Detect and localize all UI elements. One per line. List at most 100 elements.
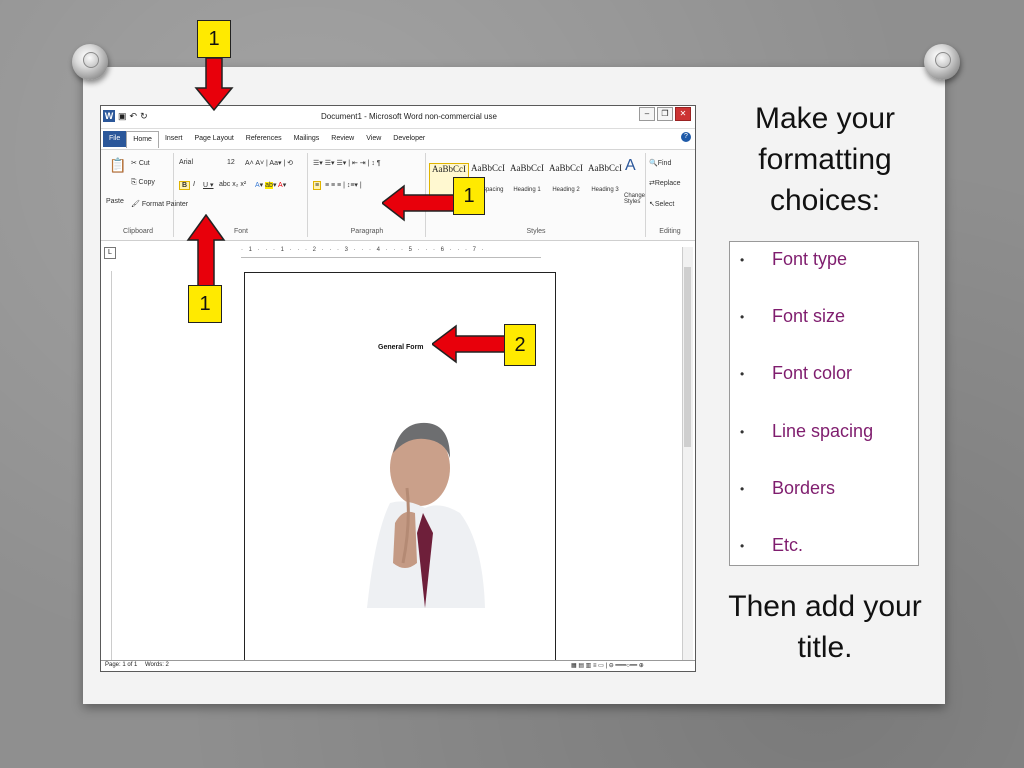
restore-button[interactable]: ❐ [657, 107, 673, 121]
step-badge: 1 [188, 285, 222, 323]
alignment-buttons[interactable]: ≡ ≡ ≡ | ↕≡▾ | [325, 181, 362, 189]
page-count[interactable]: Page: 1 of 1 [105, 662, 137, 668]
scissors-icon: ✂ [131, 160, 139, 167]
view-buttons[interactable]: ▦ ▤ ▥ ≡ ▭ | ⊖ ━━━○━━ ⊕ [571, 662, 644, 669]
redo-icon[interactable]: ↻ [140, 111, 148, 122]
change-styles-button[interactable]: Change Styles [624, 193, 646, 205]
scrollbar-thumb[interactable] [684, 267, 691, 447]
slide-heading: Make your formatting choices: [754, 102, 896, 217]
status-bar: Page: 1 of 1 Words: 2 ▦ ▤ ▥ ≡ ▭ | ⊖ ━━━○… [101, 660, 695, 671]
tab-view[interactable]: View [360, 131, 387, 147]
align-left-button[interactable]: ≡ [313, 181, 322, 190]
select-button[interactable]: ↖Select [649, 200, 674, 208]
grow-shrink-font-icons[interactable]: A˄ A˅ | Aa▾ | ⟲ [245, 159, 293, 167]
tab-selector-button[interactable]: L [104, 247, 116, 259]
tab-developer[interactable]: Developer [387, 131, 431, 147]
list-item-text: Borders [772, 478, 836, 498]
save-icon[interactable]: ▣ [118, 111, 127, 122]
close-button[interactable]: ✕ [675, 107, 691, 121]
bullet: • [740, 482, 745, 496]
cut-button[interactable]: ✂ Cut [131, 159, 150, 167]
window-controls: – ❐ ✕ [639, 107, 691, 121]
copy-label: Copy [138, 179, 155, 186]
tab-page-layout[interactable]: Page Layout [188, 131, 239, 147]
list-item: • Borders [730, 478, 918, 508]
copy-icon: ⎘ [131, 179, 139, 186]
arrow-down-icon [194, 58, 234, 112]
list-item: • Font size [730, 306, 918, 336]
vertical-scrollbar[interactable] [682, 247, 693, 667]
list-item: • Font color [730, 363, 918, 393]
step-badge: 1 [453, 177, 485, 215]
italic-button[interactable]: I [193, 181, 195, 188]
bullet: • [740, 425, 745, 439]
bullet: • [740, 253, 745, 267]
select-label: Select [654, 201, 675, 208]
editing-group-label: Editing [659, 228, 681, 235]
arrow-left-icon [432, 324, 508, 364]
text-effects-highlight-color[interactable]: A▾ ab▾ A▾ [255, 181, 286, 189]
horizontal-ruler[interactable]: · 1 · · · 1 · · · 2 · · · 3 · · · 4 · · … [241, 247, 541, 258]
minimize-button[interactable]: – [639, 107, 655, 121]
list-buttons[interactable]: ☰▾ ☰▾ ☰▾ | ⇤ ⇥ | ↕ ¶ [313, 159, 381, 167]
arrow-left-icon [382, 184, 454, 222]
tab-insert[interactable]: Insert [159, 131, 189, 147]
tab-home[interactable]: Home [126, 130, 159, 148]
style-preview: AaBbCcI [471, 163, 505, 173]
styles-group-label: Styles [526, 228, 546, 235]
clipboard-group: 📋 Paste ✂ Cut ⎘ Copy 🖌 Format Painter Cl… [103, 153, 188, 237]
cut-label: Cut [138, 160, 150, 167]
brush-icon: 🖌 [131, 201, 142, 208]
list-item: • Font type [730, 249, 918, 279]
style-name: Heading 3 [591, 187, 619, 193]
font-size-select[interactable]: 12 [227, 159, 235, 166]
copy-button[interactable]: ⎘ Copy [131, 179, 155, 187]
replace-button[interactable]: ⇄Replace [649, 179, 681, 187]
undo-icon[interactable]: ↶ [130, 111, 138, 122]
list-item-text: Font size [772, 306, 846, 326]
binoculars-icon: 🔍 [649, 160, 658, 167]
style-preview: AaBbCcI [588, 163, 622, 173]
change-styles-icon: A [625, 157, 636, 174]
man-portrait-photo [367, 422, 485, 608]
find-button[interactable]: 🔍Find [649, 159, 671, 167]
style-preview: AaBbCcI [432, 164, 466, 174]
replace-label: Replace [654, 180, 681, 187]
style-name: Heading 2 [552, 187, 580, 193]
style-heading-1[interactable]: AaBbCcI Heading 1 [508, 163, 546, 201]
quick-access-toolbar: W ▣ ↶ ↻ [103, 110, 148, 122]
slide-footer: Then add your title. [728, 590, 922, 664]
help-icon[interactable]: ? [681, 132, 691, 142]
bold-button[interactable]: B [179, 181, 191, 190]
step-badge: 1 [197, 20, 231, 58]
title-bar: W ▣ ↶ ↻ Document1 - Microsoft Word non-c… [101, 106, 695, 129]
window-title: Document1 - Microsoft Word non-commercia… [321, 112, 497, 121]
tab-mailings[interactable]: Mailings [288, 131, 326, 147]
tab-file[interactable]: File [103, 131, 127, 147]
formatting-list: • Font type • Font size • Font color • Line … [729, 241, 919, 566]
list-item: • Line spacing [730, 421, 918, 451]
tab-review[interactable]: Review [325, 131, 360, 147]
style-heading-2[interactable]: AaBbCcI Heading 2 [547, 163, 585, 201]
find-label: Find [657, 160, 672, 167]
font-name-select[interactable]: Arial [179, 159, 193, 166]
list-item-text: Etc. [772, 535, 804, 555]
paste-button[interactable]: Paste [106, 198, 124, 205]
arrow-up-icon [186, 214, 226, 290]
word-count[interactable]: Words: 2 [145, 662, 169, 668]
bullet: • [740, 367, 745, 381]
underline-button[interactable]: U ▾ [203, 181, 214, 189]
tab-references[interactable]: References [240, 131, 288, 147]
list-item-text: Font color [772, 363, 853, 383]
ribbon-tabs: File Home Insert Page Layout References … [101, 130, 695, 148]
style-heading-3[interactable]: AaBbCcI Heading 3 [586, 163, 624, 201]
style-preview: AaBbCcI [510, 163, 544, 173]
document-heading: General Form [378, 344, 424, 351]
word-logo-icon: W [103, 110, 115, 122]
vertical-ruler[interactable] [103, 271, 112, 666]
strike-subscript-superscript[interactable]: abc x₂ x² [219, 181, 246, 188]
paragraph-group-label: Paragraph [350, 228, 384, 235]
bullet: • [740, 539, 745, 553]
clipboard-group-label: Clipboard [123, 228, 153, 235]
step-badge: 2 [504, 324, 536, 366]
